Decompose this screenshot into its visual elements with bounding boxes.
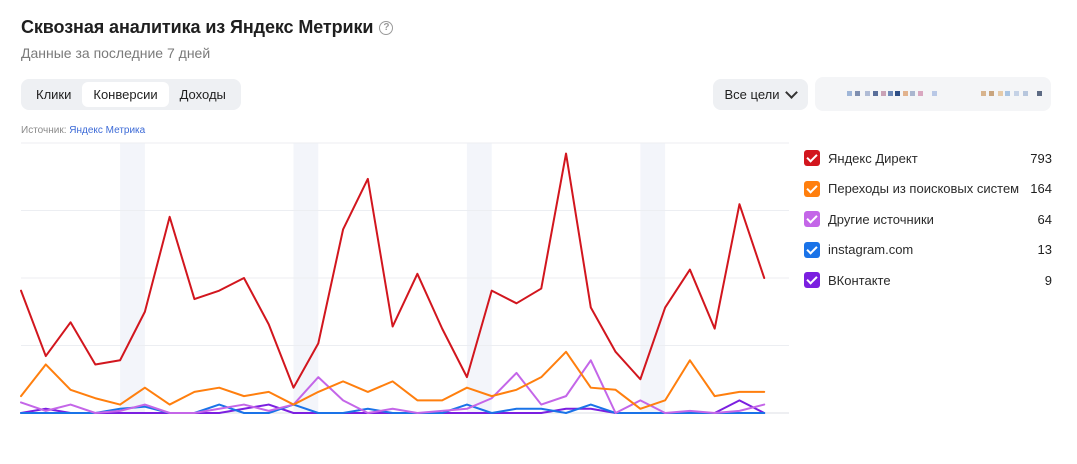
legend-value: 13	[1037, 242, 1052, 258]
checkbox-checked-icon[interactable]	[804, 241, 820, 258]
checkbox-checked-icon[interactable]	[804, 211, 820, 228]
legend-value: 164	[1030, 181, 1052, 197]
checkbox-checked-icon[interactable]	[804, 150, 820, 167]
legend-item-search-engines[interactable]: Переходы из поисковых систем 164	[804, 174, 1052, 205]
legend-value: 793	[1030, 150, 1052, 166]
legend-item-vkontakte[interactable]: ВКонтакте 9	[804, 265, 1052, 296]
legend-item-yandex-direct[interactable]: Яндекс Директ 793	[804, 143, 1052, 174]
legend-item-instagram[interactable]: instagram.com 13	[804, 235, 1052, 266]
legend-label: Переходы из поисковых систем	[828, 181, 1020, 197]
legend-label: instagram.com	[828, 242, 914, 258]
legend-label: ВКонтакте	[828, 272, 891, 288]
chart-legend: Яндекс Директ 793 Переходы из поисковых …	[804, 143, 1052, 296]
checkbox-checked-icon[interactable]	[804, 180, 820, 197]
checkbox-checked-icon[interactable]	[804, 272, 820, 289]
legend-item-other-sources[interactable]: Другие источники 64	[804, 204, 1052, 235]
legend-label: Яндекс Директ	[828, 150, 918, 166]
legend-label: Другие источники	[828, 211, 934, 227]
legend-value: 64	[1037, 211, 1052, 227]
legend-value: 9	[1044, 272, 1052, 288]
